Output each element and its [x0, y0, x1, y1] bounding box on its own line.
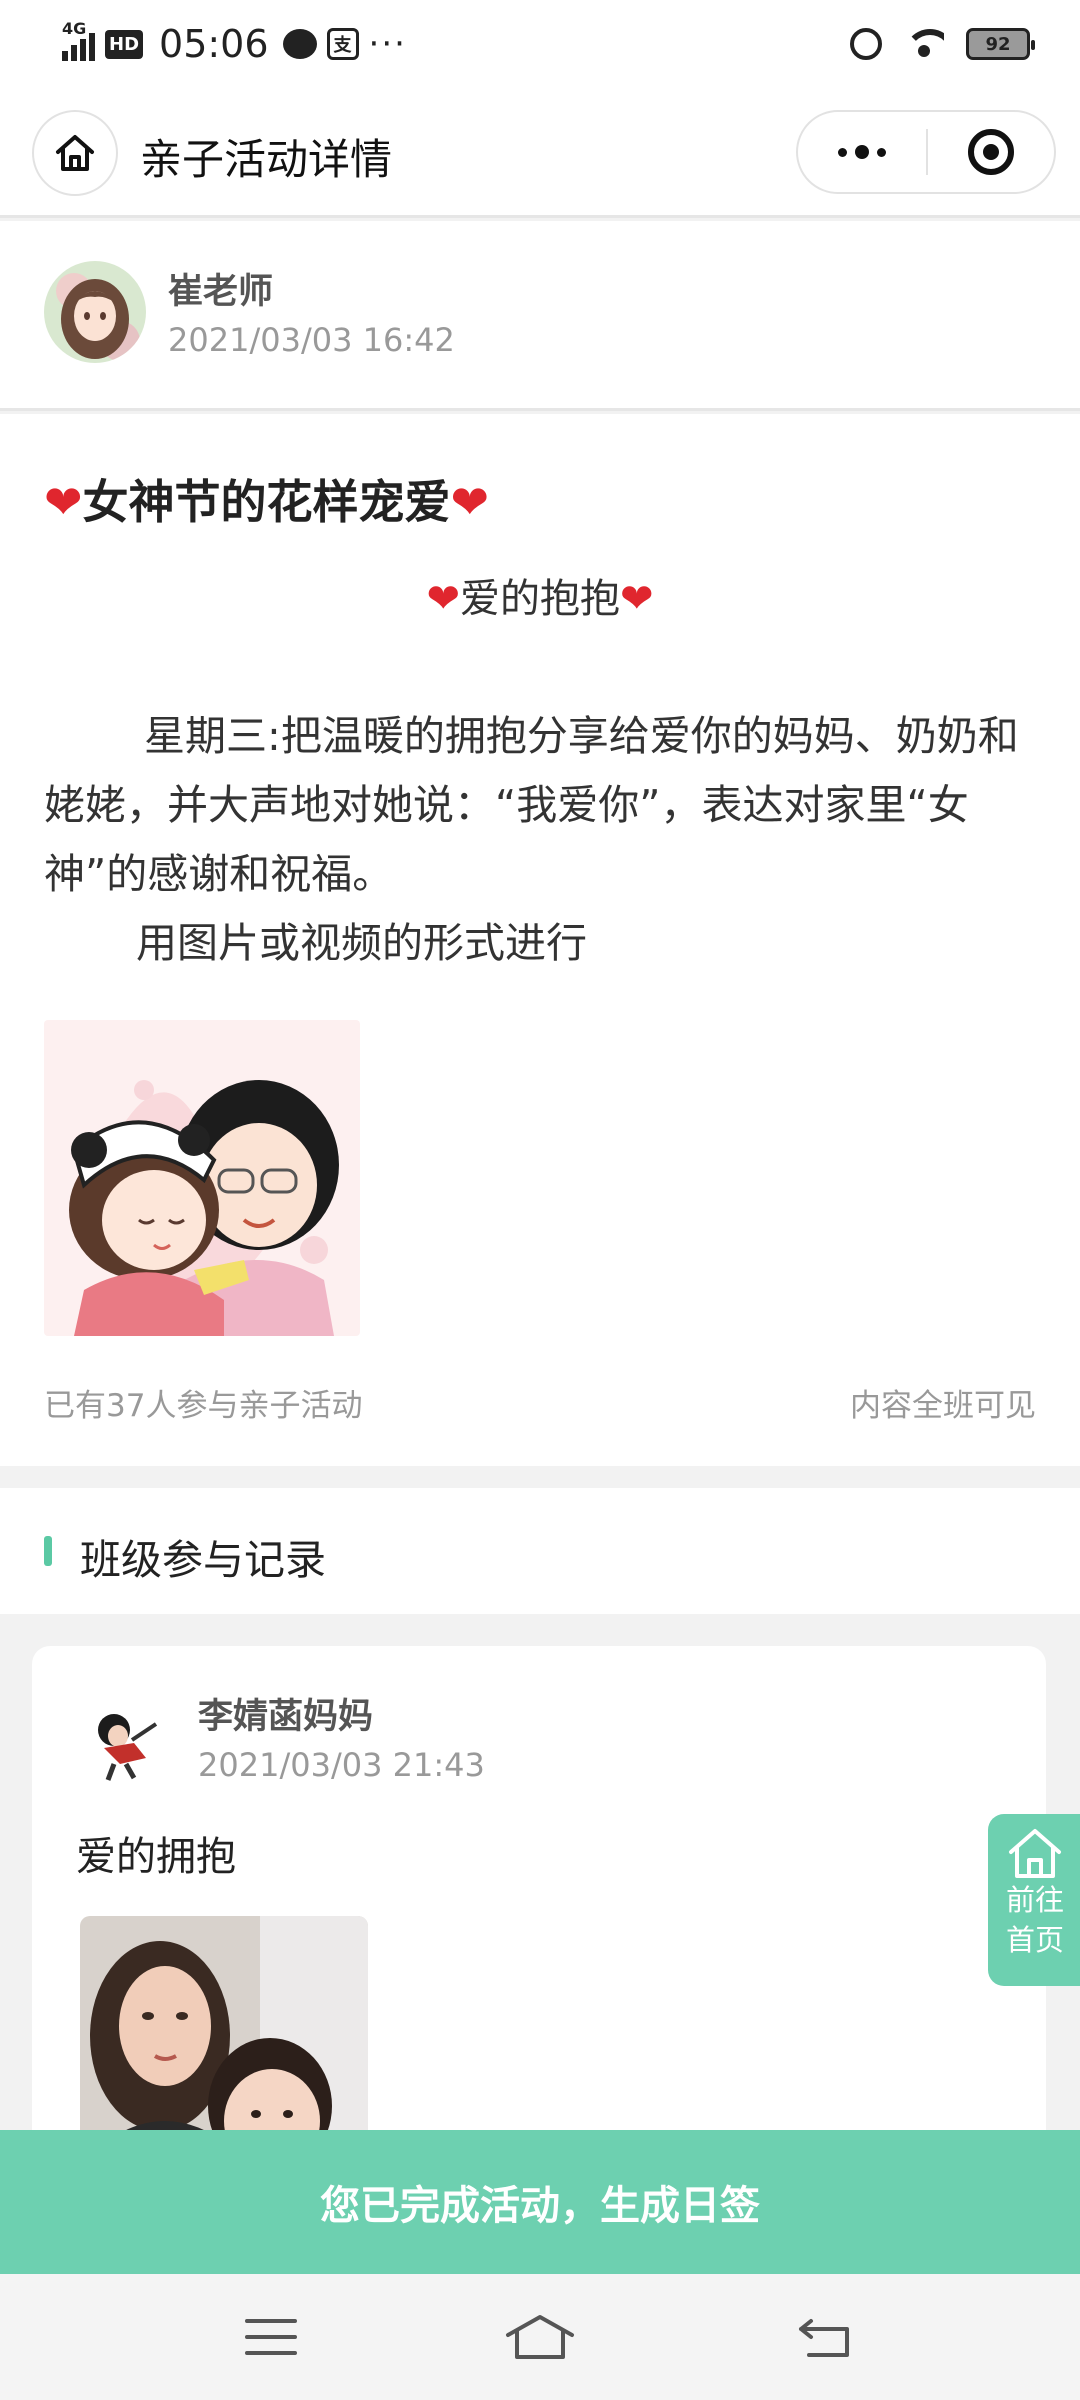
- activity-title-text: 女神节的花样宠爱: [82, 475, 451, 529]
- status-bar: 4G HD 05:06 支 ··· 92: [0, 0, 1080, 88]
- network-type: 4G: [62, 19, 87, 38]
- chat-notification-icon: [282, 29, 317, 59]
- activity-title: ❤女神节的花样宠爱❤: [44, 466, 489, 532]
- page-title: 亲子活动详情: [140, 135, 393, 184]
- activity-article: ❤女神节的花样宠爱❤ ❤爱的抱抱❤ 星期三:把温暖的拥抱分享给爱你的妈妈、奶奶和…: [0, 414, 1080, 1466]
- activity-subtitle: ❤爱的抱抱❤: [0, 566, 1080, 624]
- clock: 05:06: [159, 22, 269, 66]
- system-home-button[interactable]: [505, 2304, 575, 2370]
- heart-icon: ❤: [450, 475, 490, 529]
- mini-program-capsule: [796, 110, 1056, 194]
- activity-subtitle-text: 爱的抱抱: [460, 576, 620, 622]
- heart-icon: ❤: [426, 576, 460, 622]
- heart-icon: ❤: [620, 576, 654, 622]
- go-home-label-line2: 首页: [1005, 1923, 1064, 1957]
- heart-icon: ❤: [44, 475, 83, 529]
- home-icon: [56, 135, 94, 171]
- wifi-icon: [904, 29, 944, 59]
- go-home-label-line1: 前往: [1005, 1883, 1064, 1917]
- signal-icon: 4G: [62, 19, 95, 61]
- participant-count: 已有37人参与亲子活动: [44, 1388, 363, 1424]
- author-name: 崔老师: [168, 272, 274, 312]
- menu-icon: [245, 2319, 297, 2355]
- battery-icon: 92: [966, 28, 1035, 60]
- system-nav-bar: [0, 2274, 1080, 2400]
- battery-level: 92: [985, 33, 1011, 55]
- activity-description: 星期三:把温暖的拥抱分享给爱你的妈妈、奶奶和姥姥，并大声地对她说：“我爱你”，表…: [44, 702, 1036, 978]
- dot-icon: [855, 145, 869, 159]
- system-back-button[interactable]: [790, 2304, 860, 2370]
- parent-avatar[interactable]: [74, 1688, 174, 1788]
- section-accent-bar: [44, 1536, 52, 1566]
- dot-icon: [877, 147, 886, 157]
- teacher-avatar[interactable]: [44, 261, 146, 363]
- close-mini-program-button[interactable]: [928, 112, 1054, 192]
- dot-icon: [838, 147, 847, 157]
- record-timestamp: 2021/03/03 21:43: [198, 1746, 485, 1784]
- post-timestamp: 2021/03/03 16:42: [168, 321, 455, 359]
- description-paragraph: 用图片或视频的形式进行: [136, 919, 587, 967]
- record-author-name: 李婧菡妈妈: [198, 1697, 374, 1737]
- back-icon: [799, 2319, 849, 2357]
- section-title: 班级参与记录: [80, 1536, 326, 1584]
- home-button[interactable]: [32, 110, 118, 196]
- alipay-notification-icon: 支: [326, 28, 359, 60]
- activity-image[interactable]: [44, 1020, 360, 1336]
- description-paragraph: 星期三:把温暖的拥抱分享给爱你的妈妈、奶奶和姥姥，并大声地对她说：“我爱你”，表…: [44, 712, 1019, 898]
- records-section-header: 班级参与记录: [0, 1488, 1080, 1614]
- record-text: 爱的拥抱: [76, 1834, 236, 1880]
- alarm-icon: [850, 28, 882, 60]
- go-home-float-button[interactable]: 前往 首页: [988, 1814, 1080, 1986]
- target-icon: [967, 129, 1014, 175]
- generate-daily-card-button[interactable]: 您已完成活动，生成日签: [0, 2130, 1080, 2274]
- hd-icon: HD: [105, 29, 144, 59]
- more-notifications-icon: ···: [368, 24, 407, 64]
- recent-apps-button[interactable]: [236, 2304, 306, 2370]
- author-header: 崔老师 2021/03/03 16:42: [0, 221, 1080, 411]
- home-icon: [1009, 1829, 1061, 1878]
- visibility-note: 内容全班可见: [850, 1388, 1036, 1424]
- nav-bar: 亲子活动详情: [0, 88, 1080, 218]
- more-options-button[interactable]: [798, 112, 926, 192]
- home-outline-icon: [506, 2315, 574, 2359]
